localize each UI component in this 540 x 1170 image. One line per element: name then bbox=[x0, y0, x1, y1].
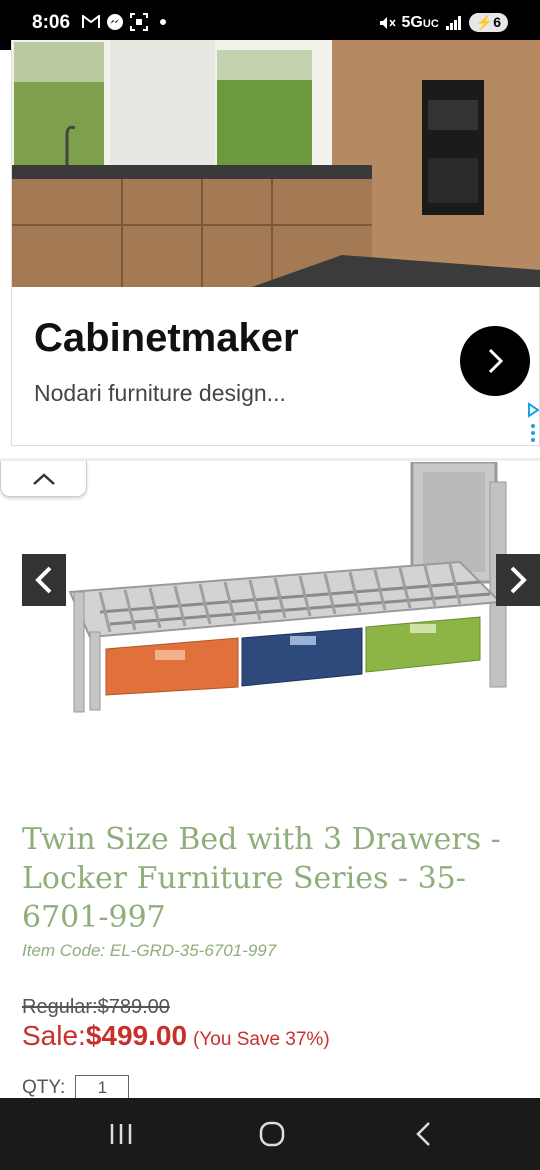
back-icon bbox=[416, 1122, 430, 1146]
sale-price-row: Sale: $499.00 (You Save 37%) bbox=[22, 1020, 330, 1052]
ad-kitchen-image[interactable] bbox=[12, 40, 540, 287]
screenshot-icon bbox=[130, 13, 148, 31]
drawer-blue bbox=[241, 627, 363, 687]
gmail-icon bbox=[82, 13, 100, 31]
chevron-up-icon bbox=[32, 472, 55, 485]
product-title: Twin Size Bed with 3 Drawers - Locker Fu… bbox=[22, 822, 501, 935]
status-system-icons: 5GUC ⚡6 bbox=[378, 13, 508, 32]
ad-subtitle[interactable]: Nodari furniture design... bbox=[34, 380, 286, 407]
battery-indicator: ⚡6 bbox=[468, 13, 508, 32]
drawer-green bbox=[365, 616, 481, 673]
collapse-tab[interactable] bbox=[0, 461, 87, 497]
carousel-next-button[interactable] bbox=[496, 554, 540, 606]
sale-price: $499.00 bbox=[85, 1020, 188, 1051]
savings-text: (You Save 37%) bbox=[193, 1029, 330, 1050]
carousel-prev-button[interactable] bbox=[22, 554, 66, 606]
dot-icon bbox=[154, 13, 172, 31]
qty-label: QTY: bbox=[22, 1077, 66, 1098]
drawer-orange bbox=[105, 637, 239, 696]
adchoices-icon[interactable] bbox=[527, 402, 540, 444]
regular-price: Regular:$789.00 bbox=[22, 996, 170, 1018]
system-nav-bar bbox=[0, 1098, 540, 1170]
item-code: Item Code: EL-GRD-35-6701-997 bbox=[22, 941, 277, 960]
sale-label: Sale: bbox=[22, 1020, 86, 1051]
status-time: 8:06 bbox=[32, 12, 71, 33]
status-notification-icons bbox=[82, 13, 172, 31]
chevron-left-icon bbox=[35, 566, 52, 594]
ad-open-button[interactable] bbox=[460, 326, 530, 396]
product-image[interactable] bbox=[40, 460, 520, 732]
signal-icon bbox=[445, 14, 463, 32]
home-button[interactable] bbox=[252, 1116, 292, 1152]
mute-icon bbox=[378, 14, 396, 32]
messenger-icon bbox=[106, 13, 124, 31]
recents-button[interactable] bbox=[101, 1116, 141, 1152]
ad-title[interactable]: Cabinetmaker bbox=[34, 316, 299, 361]
recents-icon bbox=[110, 1124, 132, 1144]
back-button[interactable] bbox=[404, 1116, 444, 1152]
chevron-right-icon bbox=[488, 348, 504, 374]
ad-banner[interactable]: Cabinetmaker Nodari furniture design... bbox=[11, 40, 540, 446]
network-label: 5GUC bbox=[401, 13, 439, 31]
home-icon bbox=[259, 1121, 285, 1147]
chevron-right-icon bbox=[510, 566, 527, 594]
